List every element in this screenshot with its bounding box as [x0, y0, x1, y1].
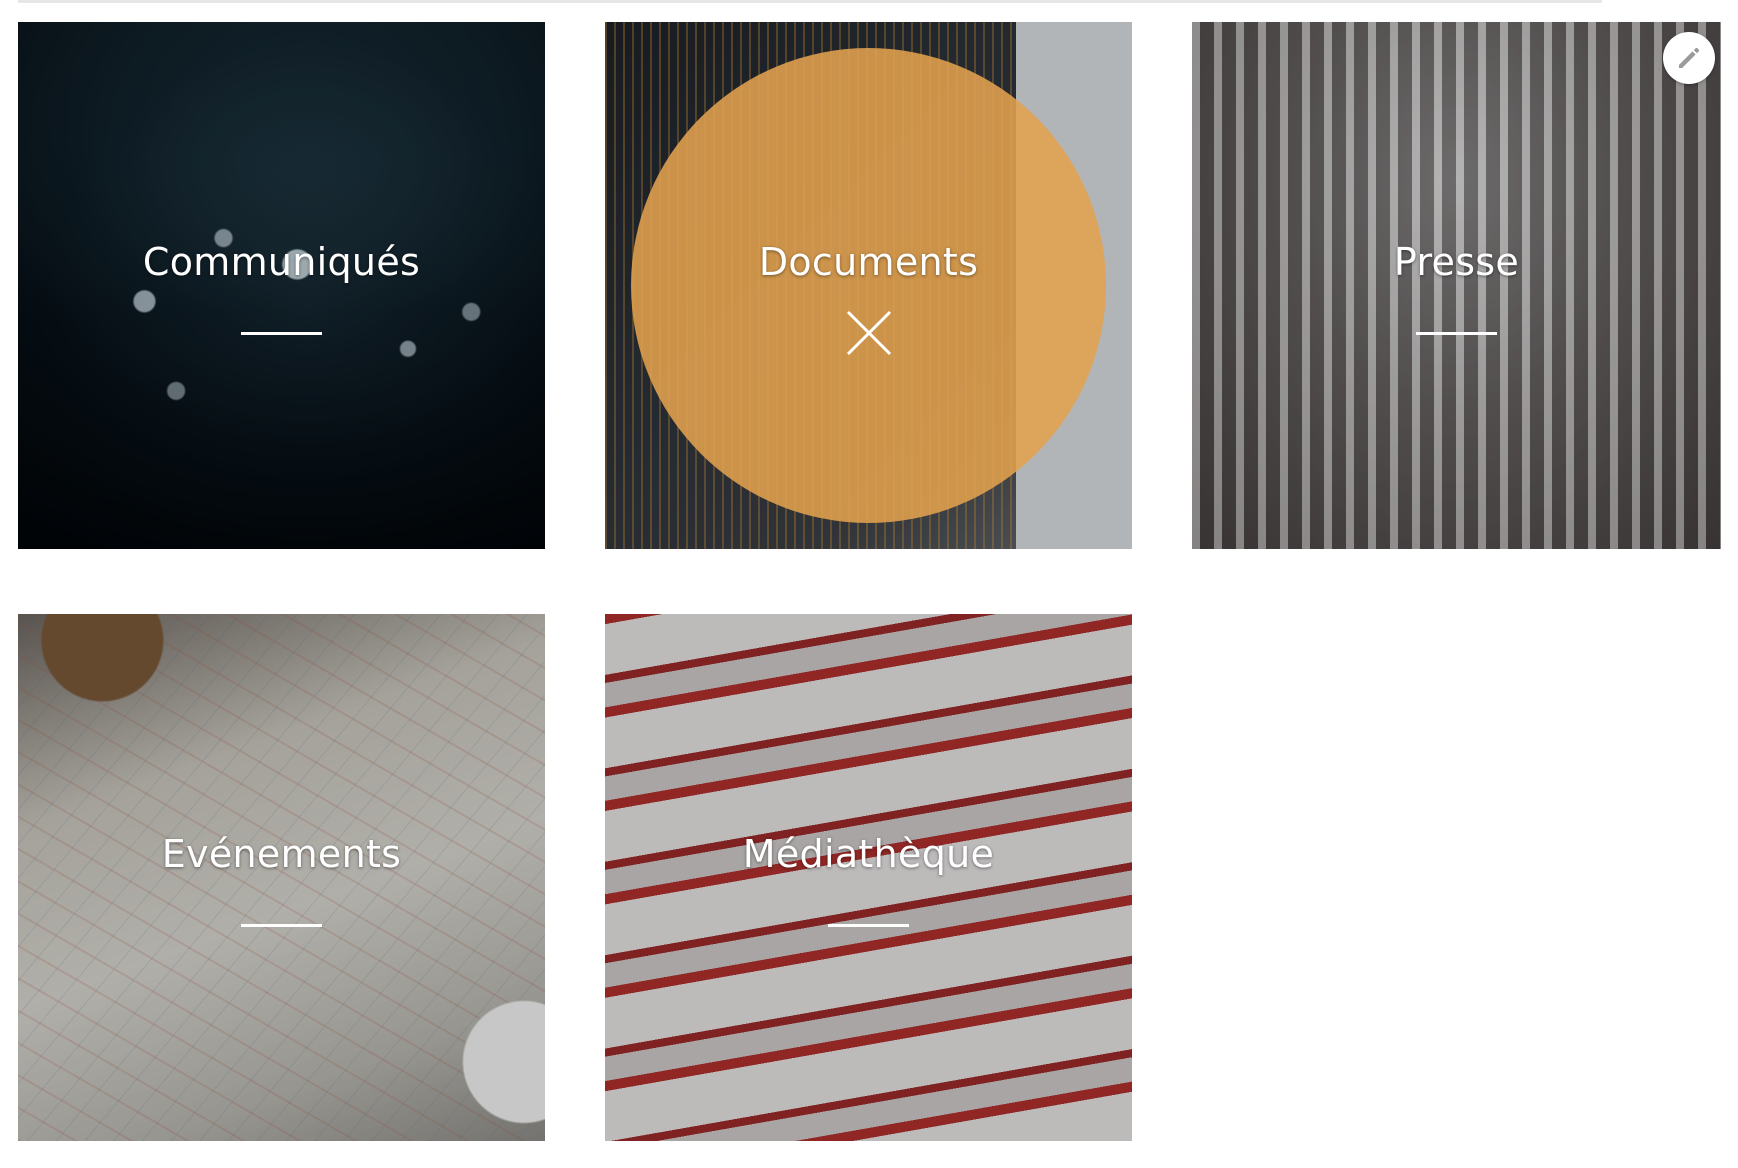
close-icon[interactable] — [845, 309, 893, 357]
tile-label: Presse — [1393, 240, 1520, 284]
tile-underline — [241, 332, 322, 335]
tile-mediatheque[interactable]: Médiathèque — [605, 614, 1132, 1141]
page: Communiqués Documents Presse Evénements … — [0, 0, 1738, 1168]
tile-underline — [1416, 332, 1497, 335]
tile-presse[interactable]: Presse — [1192, 22, 1721, 549]
tile-evenements[interactable]: Evénements — [18, 614, 545, 1141]
tile-communiques[interactable]: Communiqués — [18, 22, 545, 549]
tile-documents[interactable]: Documents — [605, 22, 1132, 549]
tile-underline — [241, 924, 322, 927]
tile-label: Evénements — [161, 832, 402, 876]
tile-underline — [828, 924, 909, 927]
hover-overlay-circle — [631, 48, 1106, 523]
top-divider — [18, 0, 1602, 3]
pencil-icon[interactable] — [1663, 32, 1715, 84]
tile-label: Médiathèque — [742, 832, 995, 876]
tile-label: Communiqués — [142, 240, 421, 284]
tile-label: Documents — [758, 240, 979, 284]
